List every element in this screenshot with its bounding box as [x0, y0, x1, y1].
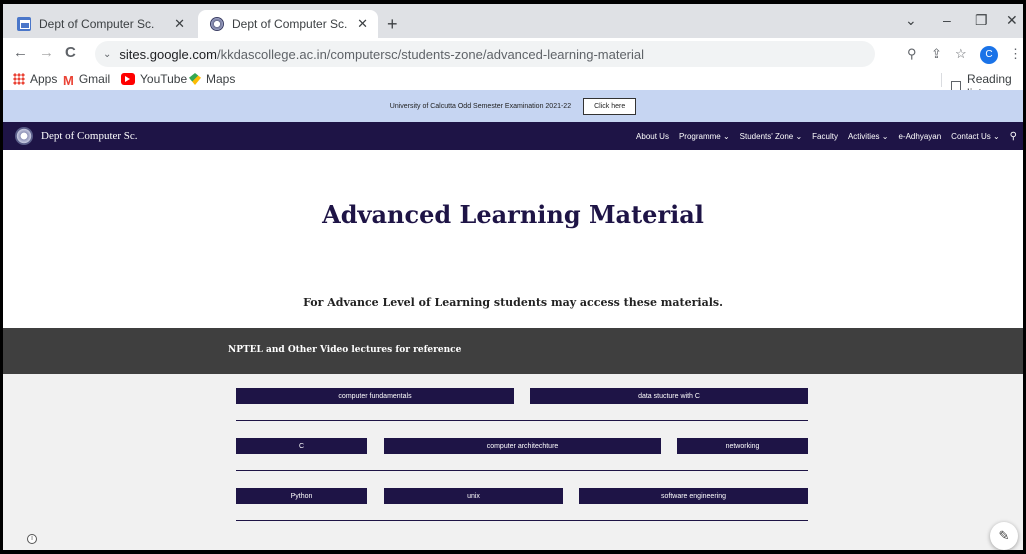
menu-contact-us[interactable]: Contact Us ⌄ [951, 132, 1000, 141]
menu-activities[interactable]: Activities ⌄ [848, 132, 889, 141]
link-python[interactable]: Python [236, 488, 367, 504]
link-unix[interactable]: unix [384, 488, 563, 504]
bookmarks-divider [941, 73, 942, 87]
web-page: University of Calcutta Odd Semester Exam… [3, 90, 1023, 550]
apps-grid-icon [13, 73, 25, 85]
share-icon[interactable]: ⇪ [931, 46, 942, 62]
link-data-structure-c[interactable]: data stucture with C [530, 388, 808, 404]
announcement-text: University of Calcutta Odd Semester Exam… [389, 102, 572, 110]
bookmark-label: YouTube [140, 72, 188, 86]
site-header: Dept of Computer Sc. About Us Programme … [3, 122, 1023, 150]
maps-icon [189, 73, 201, 85]
info-icon[interactable]: i [27, 534, 37, 544]
close-icon[interactable]: ✕ [174, 16, 185, 32]
college-logo-icon [210, 17, 224, 31]
youtube-icon [121, 73, 135, 85]
site-favicon-icon [17, 17, 31, 31]
bookmark-apps[interactable]: Apps [13, 72, 57, 86]
link-networking[interactable]: networking [677, 438, 808, 454]
divider [236, 520, 808, 521]
bookmark-label: Gmail [78, 72, 111, 86]
site-info-icon[interactable]: ⌄ [103, 49, 111, 60]
minimize-button[interactable]: – [943, 12, 951, 28]
url-host: sites.google.com [119, 46, 217, 62]
page-title: Advanced Learning Material [322, 200, 704, 229]
bookmarks-bar: Apps M Gmail YouTube Maps Reading list [3, 70, 1023, 100]
menu-programme[interactable]: Programme ⌄ [679, 132, 730, 141]
site-menu: About Us Programme ⌄ Students' Zone ⌄ Fa… [636, 122, 1023, 150]
college-logo-icon[interactable] [15, 127, 33, 145]
menu-faculty[interactable]: Faculty [812, 132, 838, 141]
link-computer-architecture[interactable]: computer architechture [384, 438, 661, 454]
menu-students-zone[interactable]: Students' Zone ⌄ [740, 132, 803, 141]
link-computer-fundamentals[interactable]: computer fundamentals [236, 388, 514, 404]
zoom-icon[interactable]: ⚲ [907, 46, 917, 62]
bookmark-label: Maps [206, 72, 236, 86]
tab-search-icon[interactable]: ⌄ [905, 12, 917, 29]
link-c[interactable]: C [236, 438, 367, 454]
url-path: /kkdascollege.ac.in/computersc/students-… [216, 46, 645, 62]
tab-advanced-learning[interactable]: Dept of Computer Sc. - Advance ✕ [198, 10, 378, 38]
link-software-engineering[interactable]: software engineering [579, 488, 808, 504]
edit-pencil-icon[interactable]: ✎ [990, 522, 1018, 550]
tab-strip: Dept of Computer Sc. ✕ Dept of Computer … [3, 4, 1023, 38]
materials-section: computer fundamentals data stucture with… [3, 374, 1023, 550]
forward-button[interactable]: → [39, 44, 54, 61]
bookmark-youtube[interactable]: YouTube [121, 72, 187, 86]
close-icon[interactable]: ✕ [357, 16, 368, 32]
close-window-button[interactable]: ✕ [1006, 12, 1018, 29]
tab-dept-home[interactable]: Dept of Computer Sc. ✕ [5, 10, 195, 38]
browser-toolbar: ← → C ⌄ sites.google.com/kkdascollege.ac… [3, 38, 1023, 70]
tab-title: Dept of Computer Sc. - Advance [232, 17, 351, 31]
menu-e-adhyayan[interactable]: e-Adhyayan [898, 132, 941, 141]
site-name[interactable]: Dept of Computer Sc. [41, 130, 138, 142]
search-icon[interactable]: ⚲ [1010, 131, 1017, 142]
restore-button[interactable]: ❐ [975, 12, 988, 29]
address-bar[interactable]: ⌄ sites.google.com/kkdascollege.ac.in/co… [95, 41, 875, 67]
gmail-icon: M [63, 73, 74, 88]
browser-window: Dept of Computer Sc. ✕ Dept of Computer … [3, 4, 1023, 550]
menu-kebab-icon[interactable]: ⋮ [1009, 46, 1022, 62]
bookmark-label: Apps [30, 72, 58, 86]
tab-title: Dept of Computer Sc. [39, 17, 155, 31]
menu-about-us[interactable]: About Us [636, 132, 669, 141]
section-heading: NPTEL and Other Video lectures for refer… [228, 345, 462, 355]
divider [236, 470, 808, 471]
profile-avatar[interactable]: C [980, 46, 998, 64]
divider [236, 420, 808, 421]
bookmark-star-icon[interactable]: ☆ [955, 46, 967, 62]
page-subtitle: For Advance Level of Learning students m… [303, 296, 723, 309]
bookmark-gmail[interactable]: M Gmail [63, 72, 111, 88]
announcement-button[interactable]: Click here [583, 97, 637, 115]
section-band: NPTEL and Other Video lectures for refer… [3, 328, 1023, 374]
new-tab-button[interactable]: + [387, 14, 398, 35]
bookmark-maps[interactable]: Maps [189, 72, 235, 86]
reload-button[interactable]: C [65, 44, 76, 61]
announcement-bar: University of Calcutta Odd Semester Exam… [3, 90, 1023, 122]
back-button[interactable]: ← [13, 44, 28, 61]
